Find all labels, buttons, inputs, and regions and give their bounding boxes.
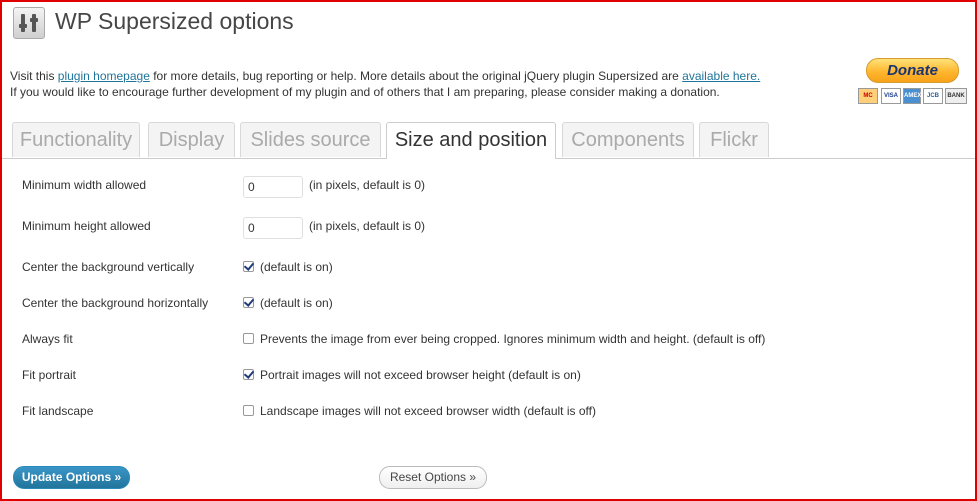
bank-icon: BANK: [945, 88, 967, 104]
tab-bar: Functionality Display Slides source Size…: [2, 122, 975, 159]
center-horizontal-label: Center the background horizontally: [22, 296, 209, 310]
available-here-link[interactable]: available here.: [682, 69, 760, 83]
fit-portrait-checkbox[interactable]: [243, 369, 254, 380]
min-height-label: Minimum height allowed: [22, 219, 151, 233]
settings-sliders-icon: [13, 7, 45, 39]
center-vertical-checkbox[interactable]: [243, 261, 254, 272]
always-fit-label: Always fit: [22, 332, 73, 346]
min-height-input[interactable]: [243, 217, 303, 239]
tab-size-and-position[interactable]: Size and position: [386, 122, 556, 159]
intro-text-line2: If you would like to encourage further d…: [10, 85, 720, 99]
amex-icon: AMEX: [903, 88, 921, 104]
fit-landscape-checkbox[interactable]: [243, 405, 254, 416]
page-title: WP Supersized options: [55, 8, 294, 34]
plugin-homepage-link[interactable]: plugin homepage: [58, 69, 150, 83]
tab-functionality[interactable]: Functionality: [12, 122, 140, 157]
intro-text: Visit this: [10, 69, 58, 83]
visa-icon: VISA: [881, 88, 901, 104]
min-width-input[interactable]: [243, 176, 303, 198]
tab-slides-source[interactable]: Slides source: [240, 122, 381, 157]
min-height-hint: (in pixels, default is 0): [309, 219, 426, 233]
fit-landscape-label: Fit landscape: [22, 404, 94, 418]
donate-button[interactable]: Donate: [866, 58, 959, 83]
center-vertical-hint: (default is on): [260, 260, 333, 274]
options-page: WP Supersized options Visit this plugin …: [0, 0, 977, 501]
tab-flickr[interactable]: Flickr: [699, 122, 769, 157]
tab-components[interactable]: Components: [562, 122, 694, 157]
always-fit-checkbox[interactable]: [243, 333, 254, 344]
fit-portrait-hint: Portrait images will not exceed browser …: [260, 368, 581, 382]
intro-text: for more details, bug reporting or help.…: [149, 69, 683, 83]
center-vertical-label: Center the background vertically: [22, 260, 195, 274]
always-fit-hint: Prevents the image from ever being cropp…: [260, 332, 766, 346]
update-options-button[interactable]: Update Options »: [13, 466, 130, 489]
min-width-label: Minimum width allowed: [22, 178, 147, 192]
intro-text-line1: Visit this plugin homepage for more deta…: [10, 69, 760, 83]
tab-display[interactable]: Display: [148, 122, 235, 157]
fit-landscape-hint: Landscape images will not exceed browser…: [260, 404, 596, 418]
center-horizontal-hint: (default is on): [260, 296, 333, 310]
jcb-icon: JCB: [923, 88, 943, 104]
fit-portrait-label: Fit portrait: [22, 368, 77, 382]
reset-options-button[interactable]: Reset Options »: [379, 466, 487, 489]
min-width-hint: (in pixels, default is 0): [309, 178, 426, 192]
mastercard-icon: MC: [858, 88, 878, 104]
center-horizontal-checkbox[interactable]: [243, 297, 254, 308]
